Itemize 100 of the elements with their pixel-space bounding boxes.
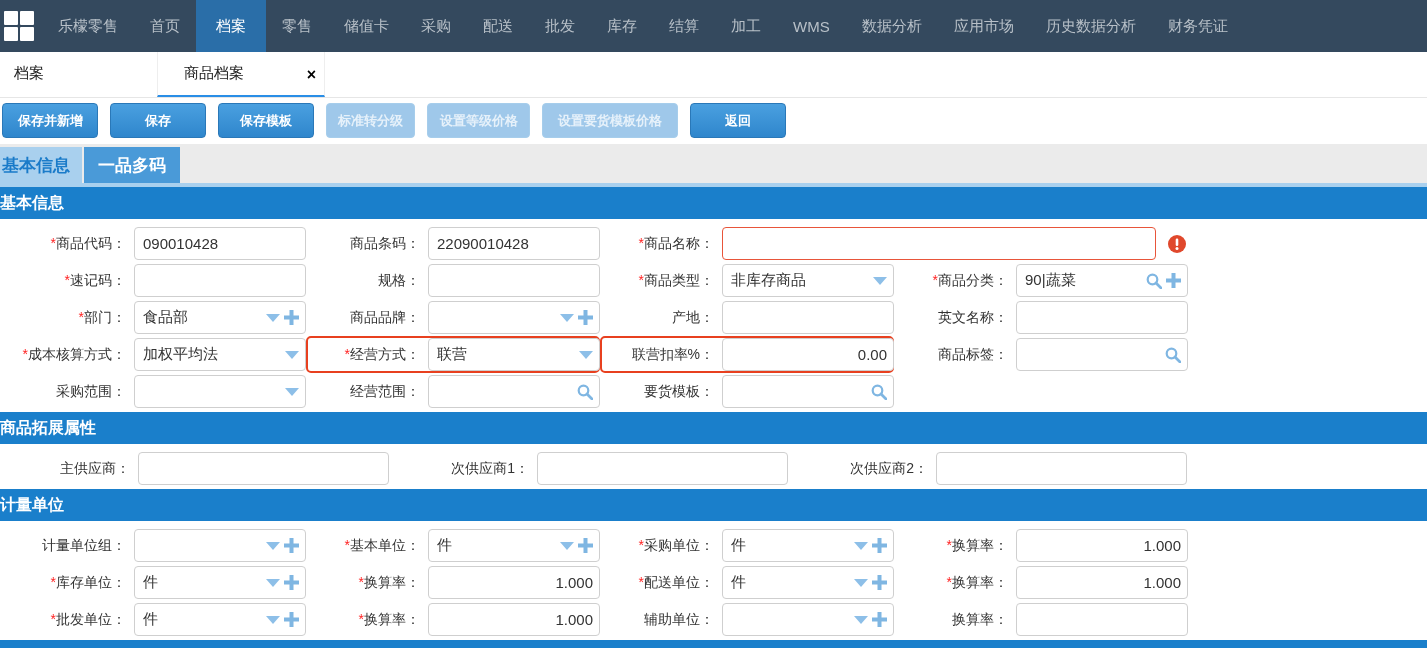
dropdown-field[interactable]: 非库存商品 — [722, 264, 894, 297]
field-label: 辅助单位： — [643, 610, 714, 629]
nav-menu-item[interactable]: 数据分析 — [845, 0, 938, 52]
caret-icon[interactable] — [266, 541, 280, 550]
number-field[interactable]: 0.00 — [722, 338, 894, 371]
caret-icon[interactable] — [266, 615, 280, 624]
nav-menu-item[interactable]: 财务凭证 — [1151, 0, 1244, 52]
toolbar-button[interactable]: 返回 — [690, 103, 786, 138]
form-tab[interactable]: 基本信息 — [0, 147, 82, 183]
caret-icon[interactable] — [266, 578, 280, 587]
text-field[interactable] — [1016, 301, 1188, 334]
search-field[interactable] — [722, 375, 894, 408]
search-field[interactable]: 90|蔬菜 — [1016, 264, 1188, 297]
toolbar-button[interactable]: 保存并新增 — [2, 103, 98, 138]
caret-icon[interactable] — [873, 276, 887, 285]
nav-menu-item[interactable]: 储值卡 — [328, 0, 405, 52]
search-icon[interactable] — [871, 383, 887, 400]
dropdown-field[interactable] — [428, 301, 600, 334]
field-label: *速记码： — [63, 271, 126, 290]
field-label: 联营扣率%： — [630, 345, 714, 364]
nav-menu-item[interactable]: 首页 — [134, 0, 196, 52]
number-field[interactable]: 1.000 — [1016, 566, 1188, 599]
dropdown-field[interactable]: 件 — [722, 529, 894, 562]
plus-icon[interactable] — [1166, 273, 1181, 288]
field-label: *基本单位： — [343, 536, 420, 555]
plus-icon[interactable] — [872, 612, 887, 627]
text-field[interactable] — [134, 264, 306, 297]
text-field[interactable] — [138, 452, 389, 485]
text-field[interactable] — [722, 227, 1156, 260]
number-field[interactable]: 1.000 — [428, 566, 600, 599]
search-icon[interactable] — [1165, 346, 1181, 363]
toolbar-button[interactable]: 保存 — [110, 103, 206, 138]
dropdown-field[interactable]: 加权平均法 — [134, 338, 306, 371]
nav-menu-item[interactable]: 应用市场 — [937, 0, 1030, 52]
number-field[interactable]: 1.000 — [428, 603, 600, 636]
field-label: *库存单位： — [49, 573, 126, 592]
dropdown-field[interactable] — [134, 375, 306, 408]
nav-menu-item[interactable]: 零售 — [266, 0, 328, 52]
caret-icon[interactable] — [285, 350, 299, 359]
plus-icon[interactable] — [578, 310, 593, 325]
dropdown-field[interactable]: 件 — [428, 529, 600, 562]
toolbar-button[interactable]: 保存模板 — [218, 103, 314, 138]
caret-icon[interactable] — [854, 578, 868, 587]
field-label: 规格： — [377, 271, 420, 290]
search-icon[interactable] — [577, 383, 593, 400]
section-header: 基本信息 — [0, 187, 1427, 219]
dropdown-field[interactable]: 联营 — [428, 338, 600, 371]
text-field[interactable] — [936, 452, 1187, 485]
nav-menu-item[interactable]: 批发 — [529, 0, 591, 52]
field-label: *换算率： — [357, 573, 420, 592]
field-label: *换算率： — [945, 573, 1008, 592]
plus-icon[interactable] — [284, 310, 299, 325]
nav-menu-item[interactable]: 历史数据分析 — [1029, 0, 1152, 52]
dropdown-field[interactable]: 件 — [722, 566, 894, 599]
plus-icon[interactable] — [872, 538, 887, 553]
page-tab[interactable]: 商品档案 × — [157, 52, 325, 97]
caret-icon[interactable] — [579, 350, 593, 359]
dropdown-field[interactable]: 食品部 — [134, 301, 306, 334]
form-tab[interactable]: 一品多码 — [84, 147, 180, 183]
field-label: 次供应商1： — [450, 459, 529, 478]
page-tab[interactable]: 档案 — [0, 52, 157, 97]
field-label: *批发单位： — [49, 610, 126, 629]
grid-logo-icon[interactable] — [4, 11, 34, 41]
number-field[interactable]: 1.000 — [1016, 529, 1188, 562]
text-field[interactable] — [537, 452, 788, 485]
dropdown-field[interactable] — [134, 529, 306, 562]
field-label: *换算率： — [945, 536, 1008, 555]
text-field[interactable] — [722, 301, 894, 334]
search-field[interactable] — [1016, 338, 1188, 371]
nav-menu-item[interactable]: 采购 — [405, 0, 467, 52]
text-field[interactable] — [428, 264, 600, 297]
caret-icon[interactable] — [560, 541, 574, 550]
plus-icon[interactable] — [284, 575, 299, 590]
search-field[interactable] — [428, 375, 600, 408]
nav-menu-item[interactable]: 乐檬零售 — [42, 0, 134, 52]
plus-icon[interactable] — [284, 612, 299, 627]
caret-icon[interactable] — [266, 313, 280, 322]
field-label: *采购单位： — [637, 536, 714, 555]
plus-icon[interactable] — [284, 538, 299, 553]
caret-icon[interactable] — [854, 541, 868, 550]
nav-menu-item[interactable]: 加工 — [715, 0, 777, 52]
nav-menu-item[interactable]: WMS — [777, 0, 846, 52]
nav-menu-item[interactable]: 结算 — [653, 0, 715, 52]
number-field[interactable] — [1016, 603, 1188, 636]
text-field[interactable]: 22090010428 — [428, 227, 600, 260]
dropdown-field[interactable]: 件 — [134, 603, 306, 636]
nav-menu-item[interactable]: 库存 — [591, 0, 653, 52]
dropdown-field[interactable] — [722, 603, 894, 636]
field-label: *经营方式： — [343, 345, 420, 364]
text-field[interactable]: 090010428 — [134, 227, 306, 260]
close-icon[interactable]: × — [306, 66, 316, 84]
nav-menu-item[interactable]: 配送 — [467, 0, 529, 52]
plus-icon[interactable] — [578, 538, 593, 553]
nav-menu-item[interactable]: 档案 — [196, 0, 266, 52]
plus-icon[interactable] — [872, 575, 887, 590]
dropdown-field[interactable]: 件 — [134, 566, 306, 599]
caret-icon[interactable] — [854, 615, 868, 624]
caret-icon[interactable] — [560, 313, 574, 322]
caret-icon[interactable] — [285, 387, 299, 396]
search-icon[interactable] — [1146, 272, 1162, 289]
